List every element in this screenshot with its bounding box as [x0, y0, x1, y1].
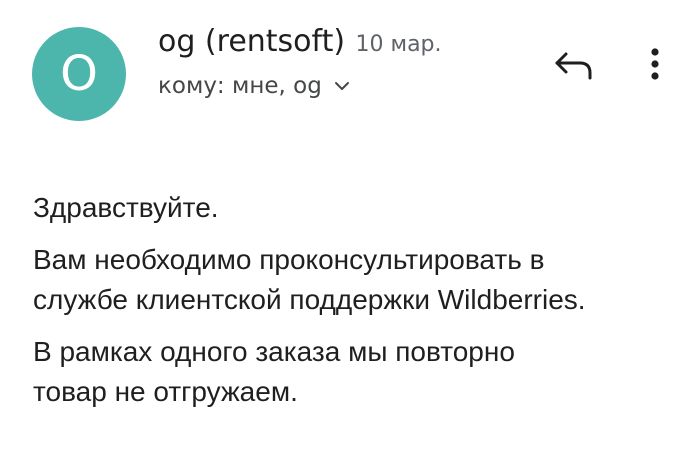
support-line-1: Вам необходимо проконсультировать в [33, 244, 545, 275]
reply-icon[interactable] [552, 44, 594, 84]
recipient-details-toggle[interactable]: кому: мне, og [158, 73, 350, 99]
message-body: Здравствуйте. Вам необходимо проконсульт… [33, 188, 683, 412]
shipment-paragraph: В рамках одного заказа мы повторно товар… [33, 332, 683, 412]
email-header: O og (rentsoft) 10 мар. кому: мне, og [0, 0, 700, 140]
recipients-text: кому: мне, og [158, 73, 322, 99]
sender-avatar[interactable]: O [32, 27, 126, 121]
shipment-line-2: товар не отгружаем. [33, 376, 298, 407]
chevron-down-icon [334, 82, 349, 90]
sender-line: og (rentsoft) 10 мар. [158, 24, 442, 59]
greeting-paragraph: Здравствуйте. [33, 188, 683, 228]
shipment-line-1: В рамках одного заказа мы повторно [33, 336, 515, 367]
support-paragraph: Вам необходимо проконсультировать в служ… [33, 240, 683, 320]
message-date: 10 мар. [355, 32, 442, 57]
support-line-2: службе клиентской поддержки Wildberries. [33, 284, 586, 315]
sender-name[interactable]: og (rentsoft) [158, 24, 345, 59]
more-vert-icon[interactable] [640, 44, 670, 84]
greeting-text: Здравствуйте. [33, 192, 219, 223]
